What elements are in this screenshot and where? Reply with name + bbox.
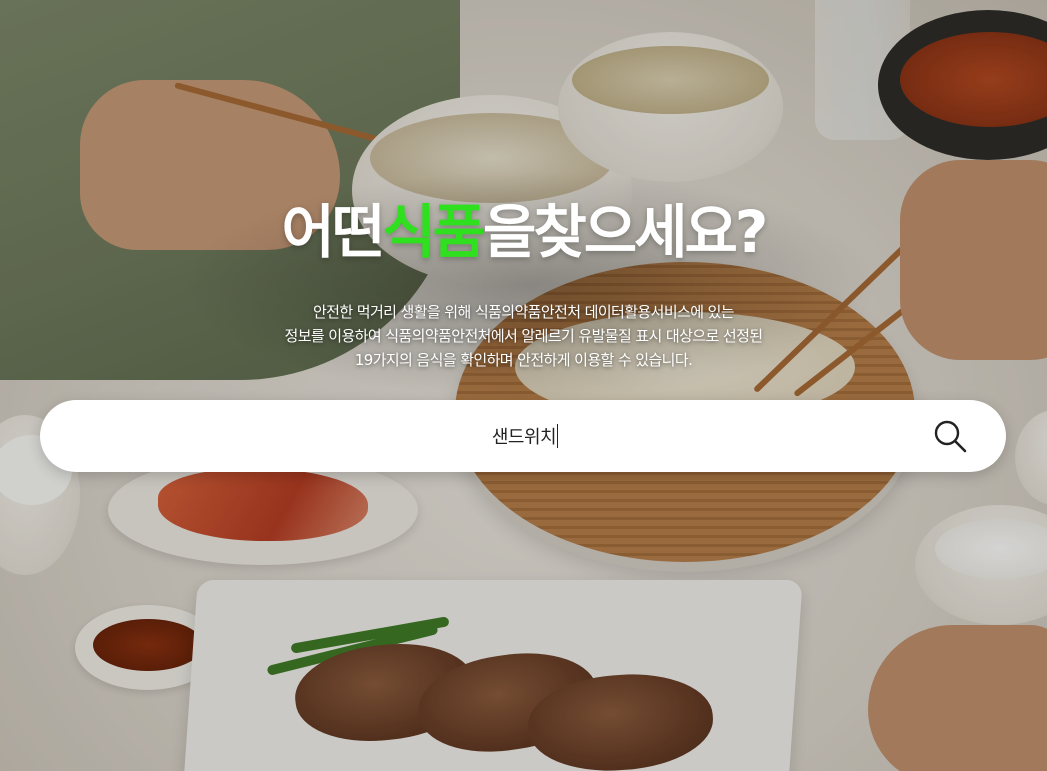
- description-line-2: 정보를 이용하여 식품의약품안전처에서 알레르기 유발물질 표시 대상으로 선정…: [284, 327, 764, 345]
- hero-section: 어떤식품을찾으세요? 안전한 먹거리 생활을 위해 식품의약품안전처 데이터활용…: [0, 0, 1047, 771]
- search-button[interactable]: [930, 418, 970, 456]
- main-content: 어떤식품을찾으세요? 안전한 먹거리 생활을 위해 식품의약품안전처 데이터활용…: [0, 0, 1047, 771]
- description-line-1: 안전한 먹거리 생활을 위해 식품의약품안전처 데이터활용서비스에 있는: [312, 303, 735, 321]
- page-description: 안전한 먹거리 생활을 위해 식품의약품안전처 데이터활용서비스에 있는 정보를…: [0, 300, 1047, 372]
- text-caret: [557, 424, 559, 448]
- page-title: 어떤식품을찾으세요?: [0, 196, 1047, 268]
- title-accent: 식품: [382, 198, 486, 266]
- title-part-1: 어떤: [281, 198, 386, 266]
- description-line-3: 19가지의 음식을 확인하며 안전하게 이용할 수 있습니다.: [354, 351, 693, 369]
- title-part-2: 을찾으세요?: [483, 198, 768, 266]
- search-icon: [934, 420, 967, 453]
- search-input[interactable]: 샌드위치: [130, 423, 920, 449]
- search-input-value: 샌드위치: [491, 427, 557, 448]
- search-bar[interactable]: 샌드위치: [40, 400, 1006, 472]
